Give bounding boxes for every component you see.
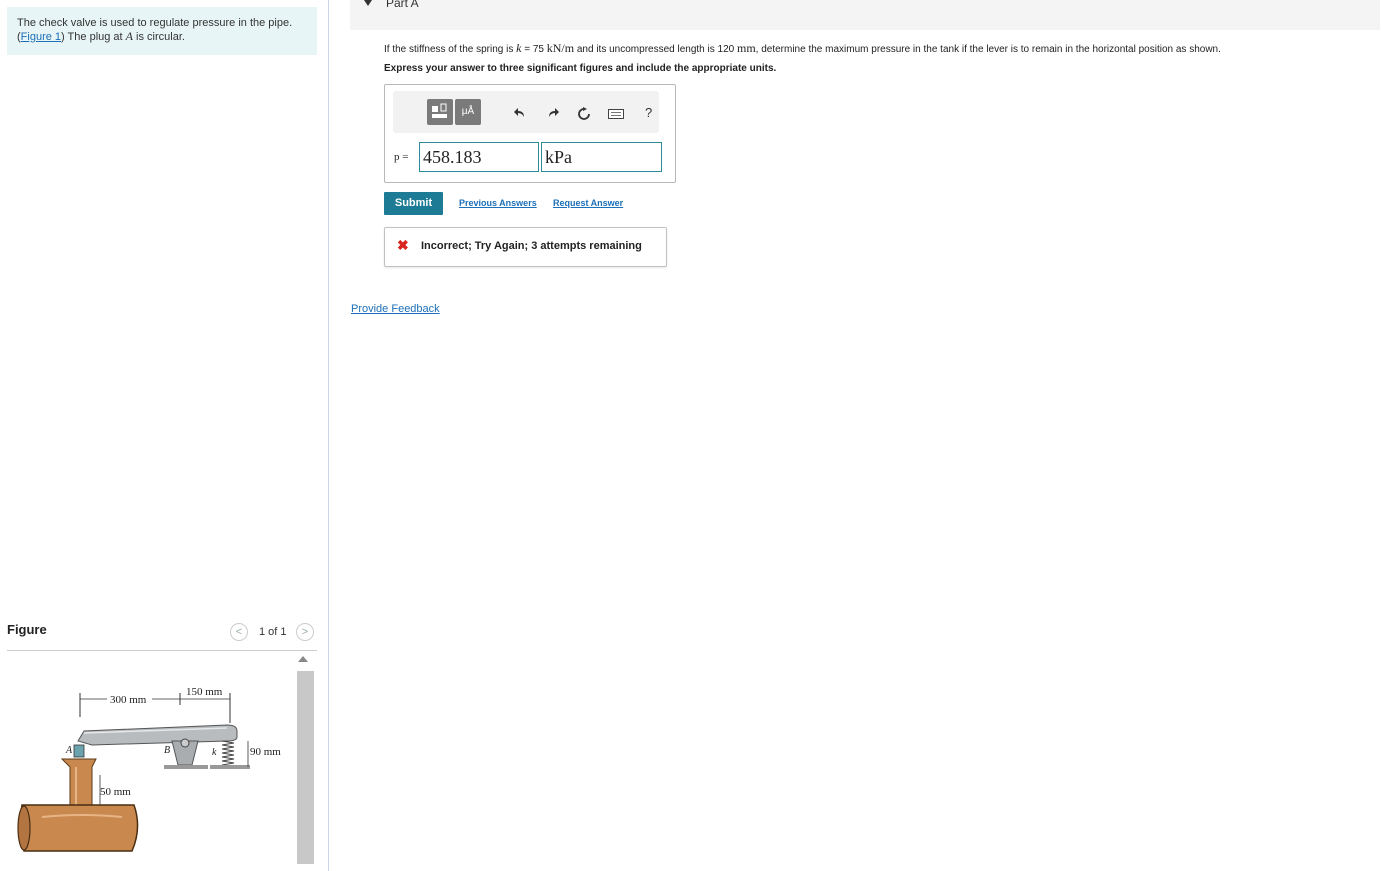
reset-icon[interactable] [577,107,591,124]
answer-box: μÅ ? p = [384,84,676,183]
keyboard-icon[interactable] [608,107,624,122]
question-post: , determine the maximum pressure in the … [755,44,1221,55]
incorrect-icon: ✖ [397,237,409,253]
intro-text: The check valve is used to regulate pres… [17,17,293,29]
figure-link[interactable]: Figure 1 [21,31,61,43]
figure-next-button[interactable]: > [296,623,314,641]
question-k-unit: kN/m [546,41,575,55]
templates-icon[interactable] [427,99,453,125]
figure-pager: 1 of 1 [259,626,287,638]
dim-90-label: 90 mm [250,746,281,758]
intro-text-3: is circular. [133,31,185,43]
help-button[interactable]: ? [645,105,652,120]
problem-intro: The check valve is used to regulate pres… [7,7,317,55]
dim-300-label: 300 mm [110,694,147,706]
figure-header: Figure < 1 of 1 > [7,620,317,651]
part-title[interactable]: Part A [386,0,419,10]
feedback-box: ✖ Incorrect; Try Again; 3 attempts remai… [384,227,667,267]
units-button[interactable]: μÅ [455,99,481,125]
column-divider [328,0,329,871]
question-len-unit: mm [736,41,756,55]
dim-50-label: 50 mm [100,786,131,798]
figure-title: Figure [7,622,47,637]
point-b-label: B [164,745,170,756]
redo-icon[interactable] [547,107,559,122]
check-valve-figure: 300 mm 150 mm B k 90 mm A 50 mm [17,686,281,852]
figure-prev-button[interactable]: < [230,623,248,641]
provide-feedback-link[interactable]: Provide Feedback [351,303,440,315]
part-header[interactable] [350,0,1380,30]
undo-icon[interactable] [514,107,526,122]
submit-button[interactable]: Submit [384,192,443,215]
figure-scrollbar[interactable] [297,671,314,864]
question-text: If the stiffness of the spring is k = 75… [384,41,1221,56]
spring-k-label: k [212,747,217,758]
question-k-val: = 75 [521,44,547,55]
question-mid: and its uncompressed length is 120 [574,44,737,55]
answer-value-input[interactable] [419,142,539,172]
point-a-label: A [65,745,73,756]
scroll-up-icon[interactable] [298,656,308,662]
instruction-text: Express your answer to three significant… [384,63,777,74]
previous-answers-link[interactable]: Previous Answers [459,198,537,208]
answer-units-input[interactable] [541,142,662,172]
question-part: If the stiffness of the spring is [384,44,517,55]
collapse-caret-icon[interactable] [364,0,372,6]
feedback-message: Incorrect; Try Again; 3 attempts remaini… [421,240,642,252]
plug-variable: A [125,29,133,43]
answer-variable-label: p = [394,151,409,163]
math-toolbar: μÅ ? [393,91,659,133]
request-answer-link[interactable]: Request Answer [553,198,623,208]
intro-text-2: The plug at [64,31,126,43]
dim-150-label: 150 mm [186,686,223,698]
